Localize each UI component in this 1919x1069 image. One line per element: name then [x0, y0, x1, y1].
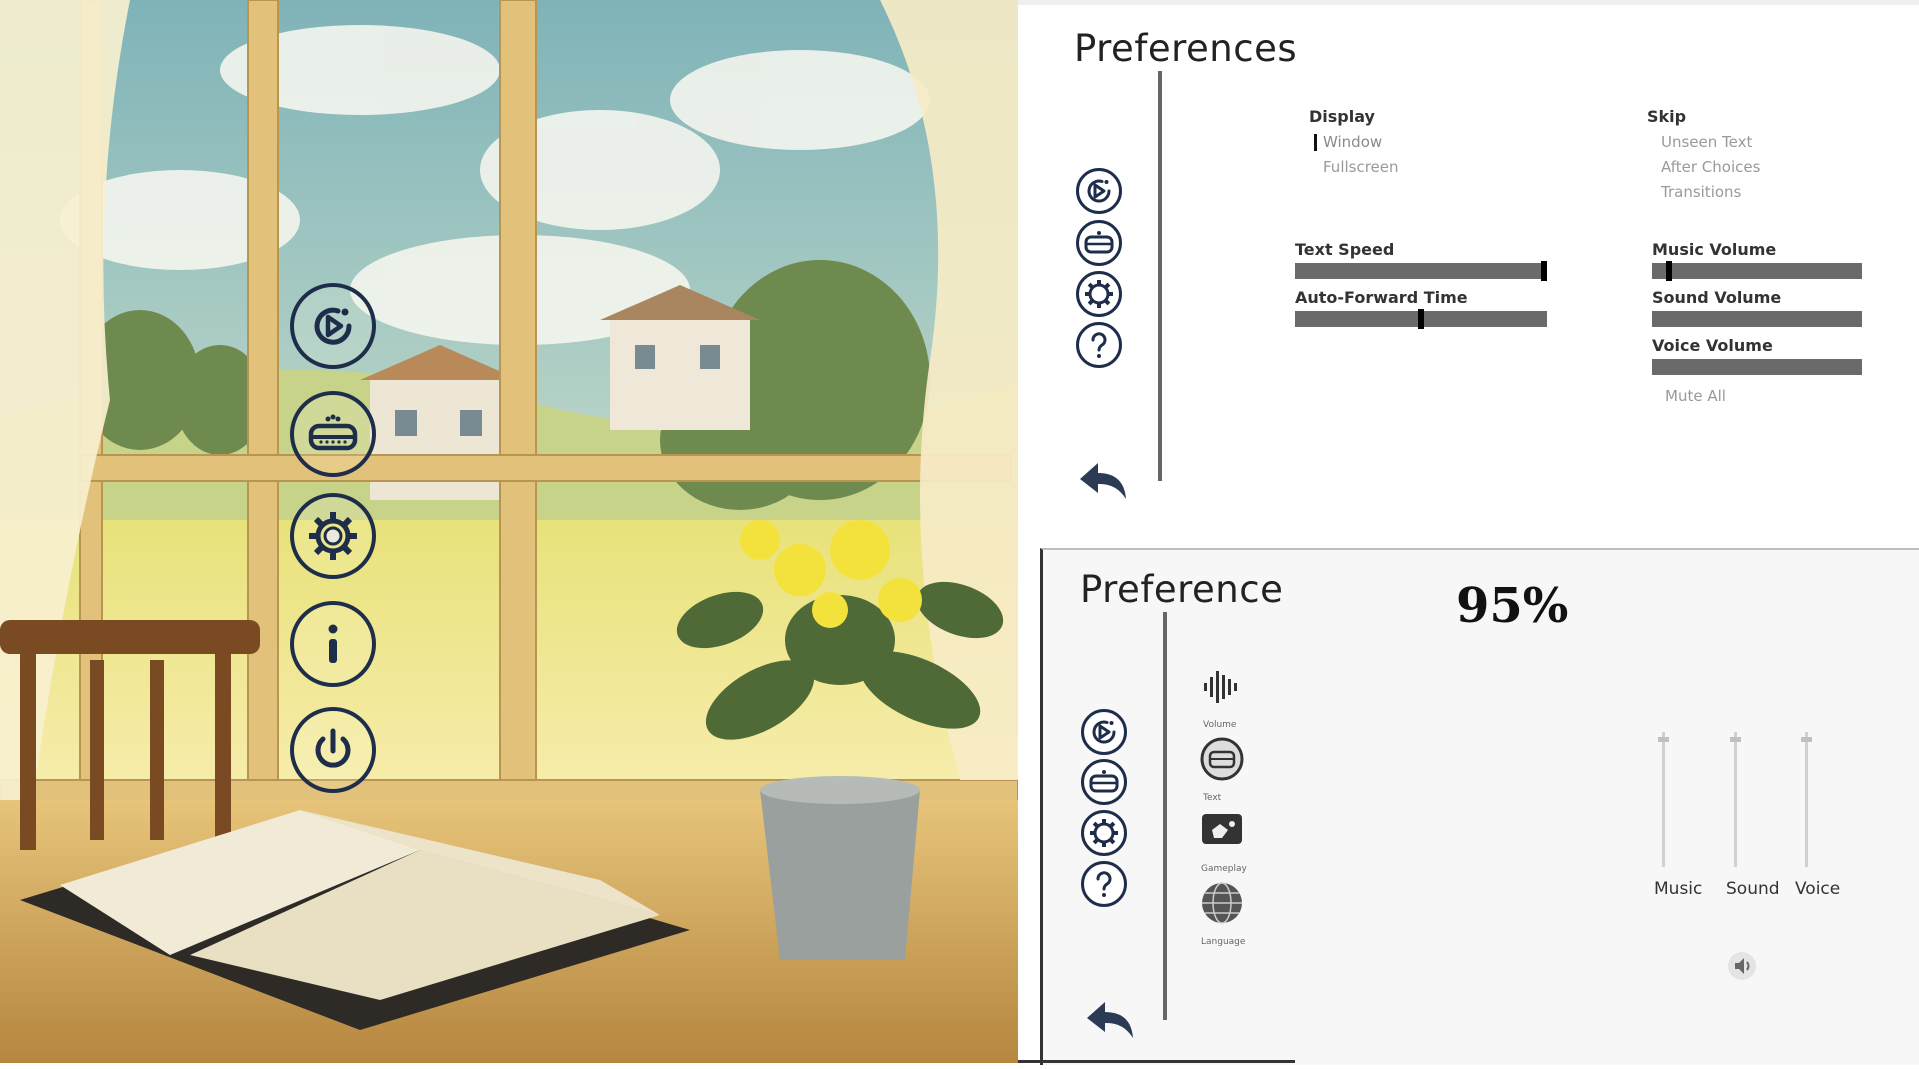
chest-icon	[1200, 737, 1244, 781]
chest-icon	[308, 414, 358, 451]
chest-icon	[1084, 231, 1114, 254]
gamepad-icon	[1202, 814, 1242, 844]
auto-forward-slider[interactable]	[1295, 309, 1547, 329]
music-volume-slider[interactable]	[1652, 261, 1862, 281]
volume-category-label: Volume	[1203, 720, 1237, 730]
back-button[interactable]	[1083, 998, 1139, 1042]
about-button[interactable]	[290, 601, 376, 687]
page-title: Preferences	[1074, 27, 1298, 70]
slider-knob[interactable]	[1658, 736, 1669, 742]
slider-thumb[interactable]	[1418, 309, 1424, 329]
gameplay-category-label: Gameplay	[1201, 864, 1247, 874]
volume-category[interactable]	[1200, 667, 1246, 713]
skip-transitions-option[interactable]: Transitions	[1661, 183, 1741, 201]
settings-button[interactable]	[290, 493, 376, 579]
help-button[interactable]	[1076, 322, 1122, 368]
slider-knob[interactable]	[1801, 736, 1812, 742]
skip-unseen-text-option[interactable]: Unseen Text	[1661, 133, 1752, 151]
text-speed-label: Text Speed	[1295, 240, 1395, 259]
divider	[1018, 1060, 1295, 1063]
sound-slider[interactable]	[1730, 732, 1741, 867]
question-mark-icon	[1091, 332, 1107, 358]
voice-volume-label: Voice Volume	[1652, 336, 1773, 355]
voice-slider-label: Voice	[1795, 879, 1841, 899]
back-arrow-icon	[1087, 1002, 1133, 1038]
play-icon	[1087, 179, 1111, 203]
speaker-icon	[1728, 952, 1756, 980]
back-arrow-icon	[1080, 463, 1126, 499]
mute-toggle[interactable]	[1726, 950, 1758, 982]
voice-slider[interactable]	[1801, 732, 1812, 867]
sidebar-divider	[1158, 71, 1162, 481]
settings-button[interactable]	[1076, 271, 1122, 317]
sound-volume-label: Sound Volume	[1652, 288, 1782, 307]
sidebar-divider	[1163, 612, 1167, 1020]
save-load-button[interactable]	[1076, 220, 1122, 266]
chest-icon	[1089, 770, 1119, 793]
preferences-panel-top: Preferences Display Window Fullscreen Sk…	[1018, 0, 1919, 553]
help-button[interactable]	[1081, 861, 1127, 907]
language-category-label: Language	[1201, 937, 1246, 947]
slider-knob[interactable]	[1730, 736, 1741, 742]
gameplay-category[interactable]	[1200, 810, 1246, 856]
gear-icon	[309, 512, 357, 560]
display-fullscreen-option[interactable]: Fullscreen	[1323, 158, 1399, 176]
sound-volume-slider[interactable]	[1652, 311, 1862, 327]
gear-icon	[1090, 819, 1118, 847]
volume-percent-display: 95%	[1456, 578, 1569, 634]
quit-button[interactable]	[290, 707, 376, 793]
voice-volume-slider[interactable]	[1652, 359, 1862, 375]
music-slider-label: Music	[1654, 879, 1703, 899]
selected-indicator	[1314, 134, 1317, 151]
text-category[interactable]	[1200, 737, 1246, 783]
skip-heading: Skip	[1647, 107, 1687, 126]
text-category-label: Text	[1203, 793, 1222, 803]
text-speed-slider[interactable]	[1295, 261, 1547, 281]
display-window-option[interactable]: Window	[1323, 133, 1382, 151]
skip-after-choices-option[interactable]: After Choices	[1661, 158, 1760, 176]
slider-thumb[interactable]	[1665, 261, 1672, 281]
info-icon	[328, 624, 338, 663]
music-volume-label: Music Volume	[1652, 240, 1777, 259]
sound-slider-label: Sound	[1726, 879, 1780, 899]
display-heading: Display	[1309, 107, 1375, 126]
question-mark-icon	[1096, 871, 1112, 897]
window-view-illustration	[0, 0, 1018, 1063]
page-title: Preference	[1080, 568, 1284, 611]
save-load-button[interactable]	[290, 391, 376, 477]
auto-forward-label: Auto-Forward Time	[1295, 288, 1468, 307]
language-category[interactable]	[1200, 881, 1246, 927]
settings-button[interactable]	[1081, 810, 1127, 856]
gear-icon	[1085, 280, 1113, 308]
globe-icon	[1202, 882, 1242, 924]
play-icon	[1092, 720, 1116, 744]
play-icon	[314, 307, 352, 345]
background-scene	[0, 0, 1018, 1063]
back-button[interactable]	[1076, 459, 1132, 503]
preferences-panel-bottom: Preference Volume Text Gameplay Language…	[1040, 548, 1919, 1065]
music-slider[interactable]	[1658, 732, 1669, 867]
mute-all-option[interactable]: Mute All	[1665, 387, 1726, 405]
slider-thumb[interactable]	[1541, 261, 1547, 281]
play-button[interactable]	[290, 283, 376, 369]
sound-wave-icon	[1204, 671, 1237, 703]
power-icon	[315, 728, 351, 768]
play-button[interactable]	[1081, 709, 1127, 755]
save-load-button[interactable]	[1081, 759, 1127, 805]
play-button[interactable]	[1076, 168, 1122, 214]
